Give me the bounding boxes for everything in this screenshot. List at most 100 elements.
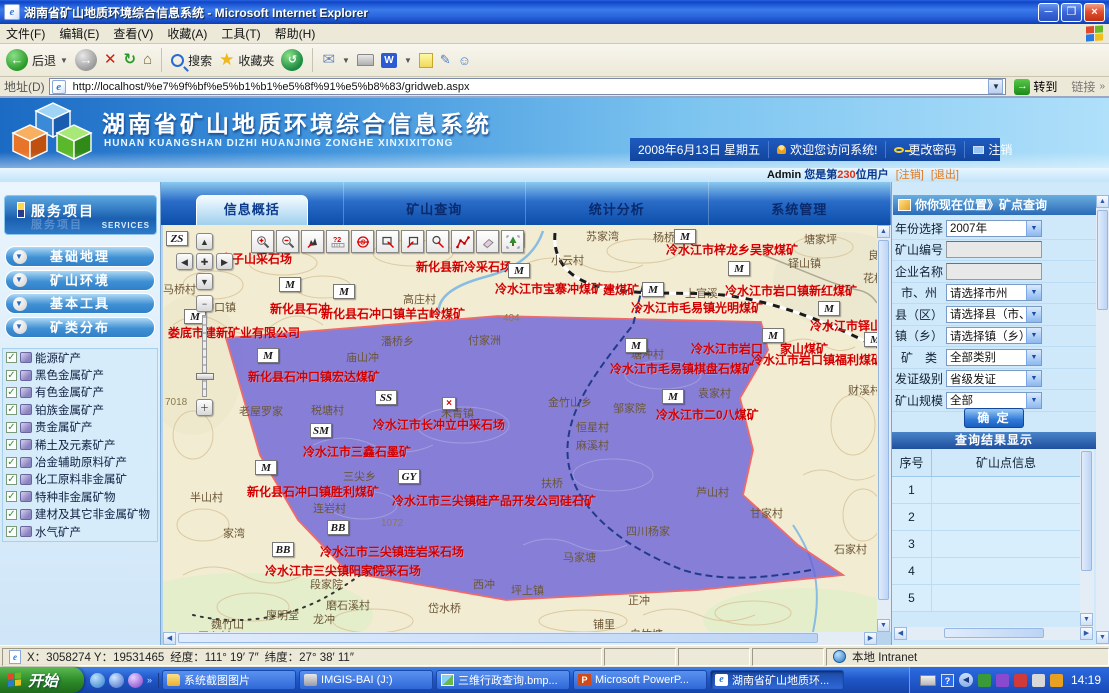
minimize-button[interactable]: ─ — [1038, 3, 1059, 22]
tab-信息概括[interactable]: 信息概括 — [161, 182, 344, 225]
menu-item-工[interactable]: 工具(T) — [221, 27, 260, 41]
confirm-button[interactable]: 确 定 — [964, 408, 1024, 428]
zoom-slider-track[interactable] — [202, 315, 207, 397]
quick-launch-ie-icon[interactable] — [90, 673, 105, 688]
circle-select-button[interactable] — [426, 230, 449, 253]
scroll-down-icon[interactable]: ▼ — [877, 619, 890, 632]
layer-item[interactable]: ✓化工原料非金属矿 — [3, 471, 157, 488]
layer-item[interactable]: ✓贵金属矿产 — [3, 419, 157, 436]
sidebar-section-1[interactable]: ▼基础地理 — [5, 246, 155, 267]
city-select[interactable]: 请选择市州▼ — [946, 284, 1042, 301]
menu-item-收[interactable]: 收藏(A) — [167, 27, 207, 41]
layer-item[interactable]: ✓特种非金属矿物 — [3, 488, 157, 505]
layer-checkbox[interactable]: ✓ — [6, 474, 17, 485]
county-select[interactable]: 请选择县（市、▼ — [946, 306, 1042, 323]
zoom-in-slider-button[interactable]: ＋ — [196, 399, 213, 416]
layer-item[interactable]: ✓铂族金属矿产 — [3, 401, 157, 418]
scroll-left-icon[interactable]: ◀ — [894, 627, 907, 640]
print-button[interactable] — [357, 54, 374, 66]
rect-zoom-button[interactable] — [376, 230, 399, 253]
scroll-up-icon[interactable]: ▲ — [1096, 195, 1109, 208]
close-icon[interactable]: × — [442, 397, 456, 410]
scroll-down-icon[interactable]: ▼ — [1080, 613, 1093, 626]
links-menu[interactable]: 链接 — [1071, 78, 1095, 95]
results-horizontal-scrollbar[interactable]: ◀ ▶ — [894, 627, 1094, 640]
license-level-select[interactable]: 省级发证▼ — [946, 370, 1042, 387]
rect-select-button[interactable] — [401, 230, 424, 253]
scroll-thumb[interactable] — [944, 628, 1044, 638]
year-select[interactable]: 2007年▼ — [946, 220, 1042, 237]
edit-with-word-button[interactable]: W — [381, 53, 397, 68]
town-select[interactable]: 请选择镇（乡）▼ — [946, 327, 1042, 344]
task-button[interactable]: 系统截图图片 — [162, 670, 296, 690]
scroll-left-icon[interactable]: ◀ — [163, 632, 176, 645]
pan-left-button[interactable]: ◀ — [176, 253, 193, 270]
layer-checkbox[interactable]: ✓ — [6, 509, 17, 520]
menu-item-查[interactable]: 查看(V) — [113, 27, 153, 41]
forward-button[interactable]: → — [75, 49, 97, 71]
stop-button[interactable]: ✕ — [104, 49, 117, 71]
mine-point-marker[interactable]: GY — [398, 469, 420, 484]
pan-right-button[interactable]: ▶ — [216, 253, 233, 270]
clock[interactable]: 14:19 — [1071, 673, 1101, 687]
mine-point-marker[interactable]: M — [674, 229, 696, 244]
tray-icon-monitor[interactable] — [1032, 674, 1045, 687]
layer-item[interactable]: ✓冶金辅助原料矿产 — [3, 453, 157, 470]
table-row[interactable]: 2 — [892, 504, 1080, 531]
table-row[interactable]: 5 — [892, 585, 1080, 612]
sidebar-section-3[interactable]: ▼基本工具 — [5, 293, 155, 314]
go-button[interactable]: → 转到 — [1010, 78, 1061, 95]
quick-launch-browser-icon[interactable] — [128, 673, 143, 688]
dropdown-arrow-icon[interactable]: ▼ — [1026, 285, 1041, 300]
table-row[interactable]: 4 — [892, 558, 1080, 585]
results-vertical-scrollbar[interactable]: ▼ — [1080, 449, 1094, 627]
start-button[interactable]: 开始 — [0, 667, 84, 693]
layer-checkbox[interactable]: ✓ — [6, 439, 17, 450]
task-button[interactable]: PMicrosoft PowerP... — [573, 670, 707, 690]
mine-point-marker[interactable]: M — [508, 263, 530, 278]
mine-point-marker[interactable]: SS — [375, 390, 397, 405]
scroll-thumb[interactable] — [1097, 210, 1108, 310]
scroll-thumb[interactable] — [178, 633, 818, 643]
layer-checkbox[interactable]: ✓ — [6, 387, 17, 398]
mine-point-marker[interactable]: M — [864, 332, 877, 347]
zoom-slider-thumb[interactable] — [196, 373, 214, 380]
restore-button[interactable]: ❐ — [1061, 3, 1082, 22]
dropdown-arrow-icon[interactable]: ▼ — [1026, 350, 1041, 365]
mine-point-marker[interactable]: BB — [327, 520, 349, 535]
messenger-button[interactable]: ☺ — [458, 53, 471, 68]
mine-point-marker[interactable]: M — [257, 348, 279, 363]
layer-item[interactable]: ✓稀土及元素矿产 — [3, 436, 157, 453]
mail-button[interactable]: ✉ — [322, 49, 335, 71]
panel-vertical-scrollbar[interactable]: ▲ ▼ — [1096, 195, 1109, 645]
address-input[interactable]: e http://localhost/%e7%9f%bf%e5%b1%b1%e5… — [49, 78, 1007, 95]
notes-button[interactable] — [419, 53, 433, 68]
change-password-link[interactable]: 更改密码 — [886, 141, 965, 158]
quick-launch-chevron-icon[interactable]: » — [147, 675, 152, 685]
logout-text-link[interactable]: [注销] — [896, 169, 924, 181]
favorites-button[interactable]: ★ 收藏夹 — [219, 50, 274, 70]
measure-distance-button[interactable]: ?2 — [326, 230, 349, 253]
mine-point-marker[interactable]: M — [333, 284, 355, 299]
mine-point-marker[interactable]: M — [818, 301, 840, 316]
layer-item[interactable]: ✓建材及其它非金属矿物 — [3, 506, 157, 523]
exit-text-link[interactable]: [退出] — [931, 169, 959, 181]
mine-type-select[interactable]: 全部类别▼ — [946, 349, 1042, 366]
tray-icon-update[interactable] — [1050, 674, 1063, 687]
mine-point-marker[interactable]: M — [762, 328, 784, 343]
refresh-button[interactable]: ↻ — [124, 49, 137, 71]
mine-point-marker[interactable]: M — [255, 460, 277, 475]
layer-checkbox[interactable]: ✓ — [6, 491, 17, 502]
pan-up-button[interactable]: ▲ — [196, 233, 213, 250]
mine-id-input[interactable] — [946, 241, 1042, 258]
layer-checkbox[interactable]: ✓ — [6, 457, 17, 468]
scroll-right-icon[interactable]: ▶ — [1080, 627, 1093, 640]
address-dropdown-icon[interactable]: ▼ — [988, 79, 1003, 94]
zoom-out-button[interactable] — [276, 230, 299, 253]
eraser-button[interactable] — [476, 230, 499, 253]
task-button[interactable]: 三维行政查询.bmp... — [436, 670, 570, 690]
layer-item[interactable]: ✓水气矿产 — [3, 523, 157, 540]
history-button[interactable]: ↺ — [281, 49, 303, 71]
dropdown-arrow-icon[interactable]: ▼ — [1026, 328, 1041, 343]
task-button[interactable]: IMGIS-BAI (J:) — [299, 670, 433, 690]
